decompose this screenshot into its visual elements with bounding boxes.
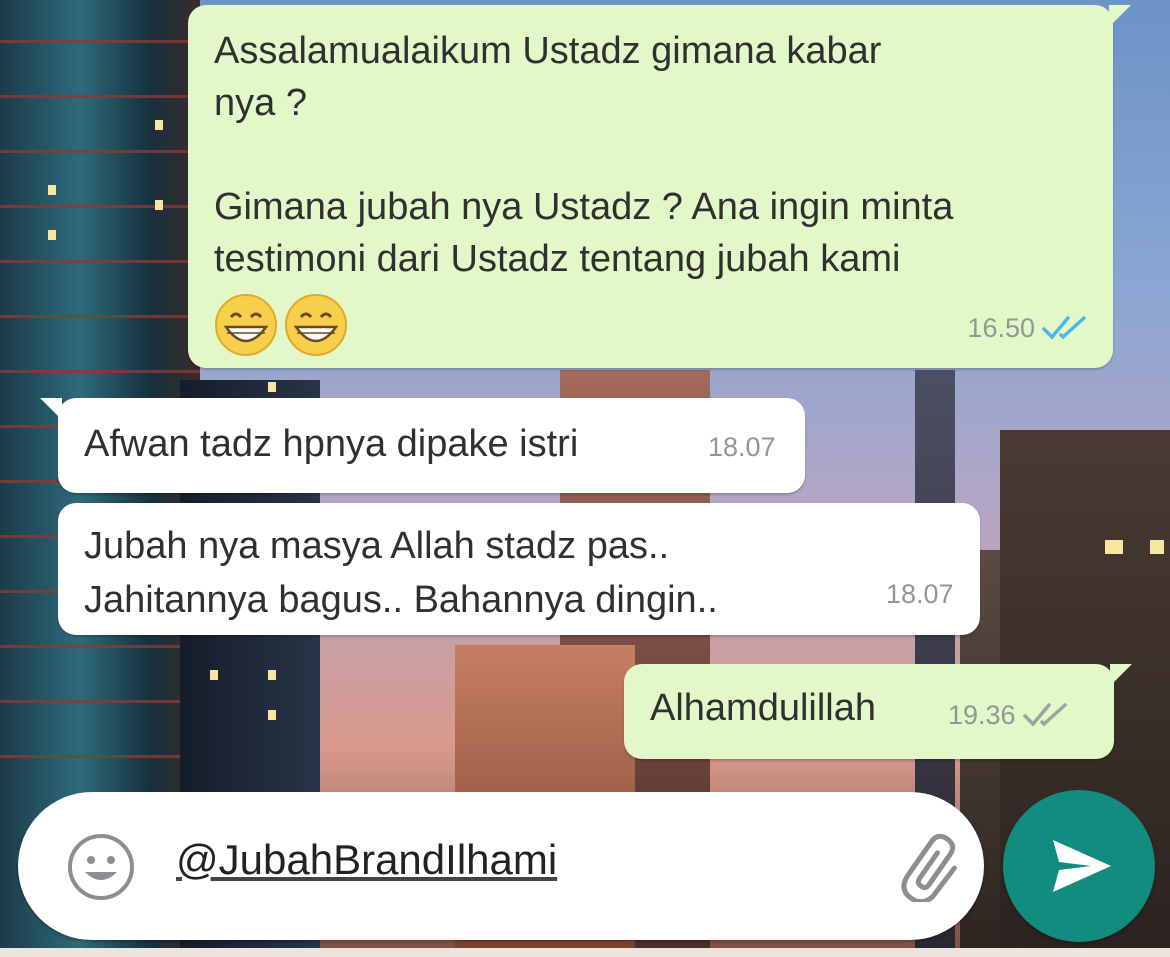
message-meta: 18.07 [708,421,776,473]
message-meta: 19.36 [948,689,1070,741]
emoji-row [214,293,1087,357]
grinning-face-emoji-icon [285,294,347,356]
send-button[interactable] [1003,790,1155,942]
send-arrow-icon [1053,840,1111,892]
screen-bottom-edge [0,948,1170,957]
outgoing-message-bubble[interactable]: Alhamdulillah 19.36 [624,664,1132,759]
message-text: Assalamualaikum Ustadz gimana kabar nya … [214,30,954,280]
message-composer: @JubahBrandIlhami [18,792,984,940]
read-double-check-icon [1042,316,1086,340]
bubble-tail [1109,5,1131,27]
paperclip-icon[interactable] [896,832,968,902]
message-time: 16.50 [967,313,1035,343]
delivered-double-check-icon [1022,703,1067,727]
smiley-icon[interactable] [66,832,136,902]
message-meta: 18.07 [886,567,954,621]
message-text: Jubah nya masya Allah stadz pas.. Jahita… [84,525,718,621]
message-time: 19.36 [948,700,1016,730]
message-text: Afwan tadz hpnya dipake istri [84,423,579,465]
message-input[interactable]: @JubahBrandIlhami [176,836,557,884]
bubble-tail [40,398,62,420]
message-time: 18.07 [886,579,954,609]
grinning-face-emoji-icon [215,294,277,356]
incoming-message-bubble[interactable]: Afwan tadz hpnya dipake istri 18.07 [40,398,805,493]
message-meta: 16.50 [967,302,1089,354]
bubble-tail [1110,664,1132,686]
outgoing-message-bubble[interactable]: Assalamualaikum Ustadz gimana kabar nya … [188,5,1131,368]
message-time: 18.07 [708,432,776,462]
incoming-message-bubble[interactable]: Jubah nya masya Allah stadz pas.. Jahita… [58,503,980,635]
